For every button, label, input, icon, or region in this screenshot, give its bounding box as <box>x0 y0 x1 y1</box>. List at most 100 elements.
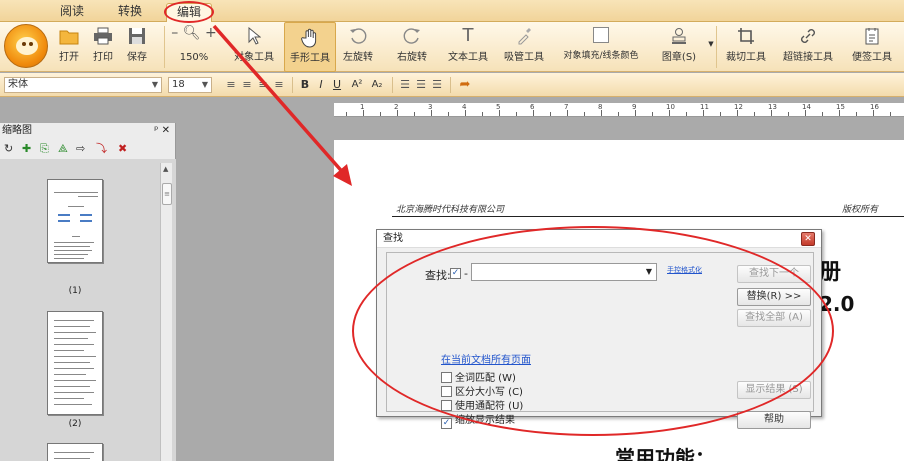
option-match-case[interactable]: 区分大小写 (C) <box>441 383 523 398</box>
format-separator <box>450 77 451 93</box>
ruler-number: 9 <box>632 103 637 111</box>
rotate-left-icon <box>350 28 367 44</box>
superscript-button[interactable]: A² <box>348 77 366 93</box>
font-name-select[interactable]: 宋体 ▼ <box>4 77 162 93</box>
hyperlink-tool-button[interactable]: 超链接工具 <box>776 22 840 72</box>
option-whole-word[interactable]: 全词匹配 (W) <box>441 369 516 384</box>
insert-page-icon[interactable]: ✚ <box>22 141 31 157</box>
hand-tool-button[interactable]: 手形工具 <box>284 22 336 72</box>
option-wildcards[interactable]: 使用通配符 (U) <box>441 397 523 412</box>
crop-tool-button[interactable]: 裁切工具 <box>720 22 772 72</box>
spacing-3-icon[interactable]: ☰ <box>430 77 444 93</box>
text-t-icon: T <box>462 25 474 46</box>
subscript-button[interactable]: A₂ <box>368 77 386 93</box>
ribbon-toolbar: 打开 打印 保存 – 🔍︎ + 150% 对象工具 手形工具 左旋转 右旋转 T… <box>0 22 904 72</box>
help-button[interactable]: 帮助 <box>737 411 811 429</box>
thumbnail-scrollbar[interactable]: ▲ ≡ <box>160 163 172 461</box>
tab-convert[interactable]: 转换 <box>110 3 150 22</box>
find-options-checkbox[interactable]: ✓ <box>450 268 461 279</box>
app-logo-icon[interactable] <box>4 24 48 68</box>
scroll-up-icon[interactable]: ▲ <box>163 165 168 173</box>
page-header-copyright: 版权所有 <box>842 205 879 215</box>
ruler-number: 16 <box>870 103 879 111</box>
ruler-tick <box>516 112 517 116</box>
find-next-button[interactable]: 查找下一个 <box>737 265 811 283</box>
ruler-number: 1 <box>360 103 365 111</box>
scroll-thumb[interactable]: ≡ <box>162 183 172 205</box>
ruler-number: 5 <box>496 103 501 111</box>
stamp-button[interactable]: 图章(S) <box>652 22 706 72</box>
ruler-number: 14 <box>802 103 811 111</box>
page-thumbnail-2[interactable] <box>47 311 103 415</box>
fill-line-color-button[interactable]: 对象填充/线条颜色 <box>556 22 646 72</box>
zoom-control[interactable]: – 🔍︎ + 150% <box>170 22 218 72</box>
align-right-icon[interactable]: ≡ <box>256 77 270 93</box>
eyedropper-button[interactable]: 吸管工具 <box>498 22 550 72</box>
close-icon[interactable]: ✕ <box>162 125 170 136</box>
delete-page-icon[interactable]: ✖ <box>118 141 127 157</box>
tab-read[interactable]: 阅读 <box>52 3 92 22</box>
ruler-tick <box>856 112 857 116</box>
ruler-tick <box>346 112 347 116</box>
spacing-1-icon[interactable]: ☰ <box>398 77 412 93</box>
italic-button[interactable]: I <box>314 77 328 93</box>
wildcards-checkbox[interactable] <box>441 400 452 411</box>
dropdown-arrow-icon[interactable]: ▼ <box>646 267 652 276</box>
zoom-results-checkbox[interactable]: ✓ <box>441 418 452 429</box>
save-button[interactable]: 保存 <box>122 22 152 72</box>
rotate-left-button[interactable]: 左旋转 <box>338 22 378 72</box>
open-button[interactable]: 打开 <box>54 22 84 72</box>
show-results-button[interactable]: 显示结果 (S) <box>737 381 811 399</box>
ruler-number: 15 <box>836 103 845 111</box>
ruler-number: 7 <box>564 103 569 111</box>
replace-button[interactable]: 替换(R) >> <box>737 288 811 306</box>
align-center-icon[interactable]: ≡ <box>240 77 254 93</box>
version-fragment: 2.0 <box>819 292 855 316</box>
tab-edit[interactable]: 编辑 <box>166 3 212 22</box>
ruler-tick <box>448 112 449 116</box>
close-icon[interactable]: ✕ <box>801 232 815 246</box>
text-tool-button[interactable]: T 文本工具 <box>442 22 494 72</box>
print-button[interactable]: 打印 <box>88 22 118 72</box>
page-thumbnail-1[interactable] <box>47 179 103 263</box>
ruler-number: 4 <box>462 103 467 111</box>
find-input[interactable]: ▼ <box>471 263 657 281</box>
advanced-format-link[interactable]: 手控格式化 <box>667 265 702 275</box>
disk-icon <box>129 28 145 44</box>
object-tool-button[interactable]: 对象工具 <box>228 22 280 72</box>
replace-page-icon[interactable]: ⟁ <box>58 141 68 157</box>
rotate-right-button[interactable]: 右旋转 <box>392 22 432 72</box>
ruler-tick <box>890 112 891 116</box>
align-justify-icon[interactable]: ≡ <box>272 77 286 93</box>
page-thumbnail-3[interactable] <box>47 443 103 461</box>
pin-icon[interactable]: ᵖ <box>154 125 158 136</box>
find-all-button[interactable]: 查找全部 (A) <box>737 309 811 327</box>
dialog-title: 查找 <box>383 233 403 244</box>
rotate-page-icon[interactable]: ↻ <box>4 141 13 157</box>
font-size-select[interactable]: 18 ▼ <box>168 77 212 93</box>
extract-page-icon[interactable]: ⎘ <box>40 141 49 157</box>
split-page-icon[interactable]: ⤵ <box>96 141 107 157</box>
option-zoom-results[interactable]: ✓ 缩放显示结果 <box>441 411 515 429</box>
stamp-dropdown-arrow[interactable]: ▼ <box>706 22 716 72</box>
ruler-tick <box>584 112 585 116</box>
thumbnail-label: (1) <box>68 286 82 296</box>
header-rule <box>392 216 904 217</box>
match-case-checkbox[interactable] <box>441 386 452 397</box>
ruler-number: 11 <box>700 103 709 111</box>
whole-word-checkbox[interactable] <box>441 372 452 383</box>
link-icon <box>801 29 815 43</box>
heading-fragment: 册 <box>819 260 842 285</box>
align-left-icon[interactable]: ≡ <box>224 77 238 93</box>
move-page-icon[interactable]: ⇨ <box>76 141 85 157</box>
thumbnail-list: (1) (2) <box>0 159 176 461</box>
format-toolbar: 宋体 ▼ 18 ▼ ≡ ≡ ≡ ≡ B I U A² A₂ ☰ ☰ ☰ ➦ <box>0 73 904 97</box>
spacing-2-icon[interactable]: ☰ <box>414 77 428 93</box>
search-scope-link[interactable]: 在当前文档所有页面 <box>441 351 531 366</box>
sticky-note-tool-button[interactable]: 便签工具 <box>844 22 900 72</box>
underline-button[interactable]: U <box>330 77 344 93</box>
bold-button[interactable]: B <box>298 77 312 93</box>
text-color-icon[interactable]: ➦ <box>456 77 474 93</box>
thumbnail-panel-header: 缩略图 ᵖ ✕ <box>0 123 176 139</box>
format-separator <box>392 77 393 93</box>
